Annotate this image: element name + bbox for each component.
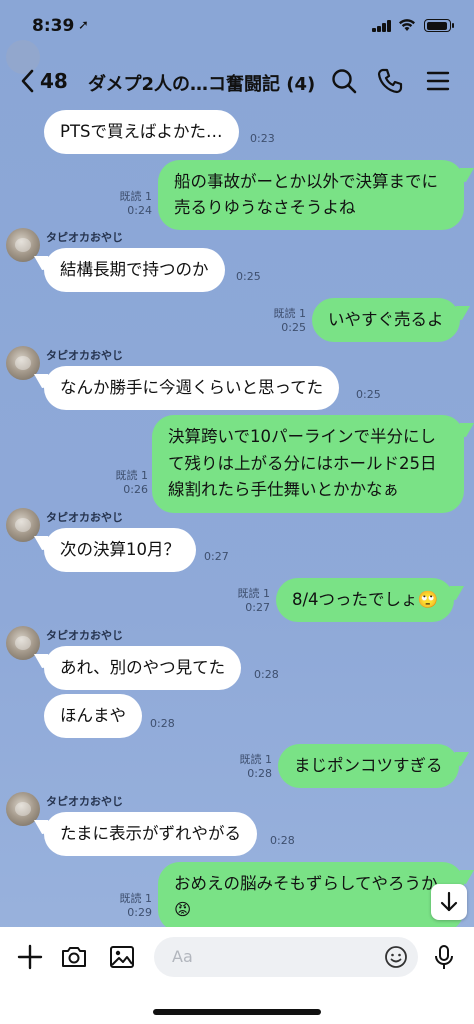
message-time: 0:27 [204,550,229,563]
message-time: 0:28 [270,834,295,847]
message-text: たまに表示がずれやがる [60,824,242,843]
phone-icon[interactable] [376,67,404,95]
message-input-bar: Aa [0,927,474,1024]
chat-header: 48 ダメプ2人の…コ奮闘記 (4) [0,52,474,110]
signal-icon [372,20,392,32]
incoming-message-bubble[interactable]: PTSで買えばよかた… [44,110,239,154]
camera-icon[interactable] [60,943,88,971]
message-time: 0:23 [250,132,275,145]
message-time: 0:29 [127,906,152,919]
sender-name: タピオカおやじ [46,511,123,524]
message-text-line: おめえの脳みそもずらしてやろうか [174,874,438,893]
outgoing-message-bubble[interactable]: おめえの脳みそもずらしてやろうか 😡 [158,862,464,932]
status-time: 8:39 [32,16,75,36]
search-icon[interactable] [330,67,358,95]
plus-icon[interactable] [16,943,44,971]
microphone-icon[interactable] [430,943,458,971]
wifi-icon [399,19,415,31]
sender-name: タピオカおやじ [46,231,123,244]
incoming-message-bubble[interactable]: 次の決算10月？ [44,528,196,572]
message-text: なんか勝手に今週くらいと思ってた [60,378,324,397]
incoming-message-bubble[interactable]: たまに表示がずれやがる [44,812,258,856]
incoming-message-bubble[interactable]: 結構長期で持つのか [44,248,225,292]
incoming-message-bubble[interactable]: ほんまや [44,694,142,738]
status-bar: 8:39 ➚ [0,0,474,52]
scroll-to-bottom-button[interactable] [431,884,467,920]
read-receipt: 既読 1 [239,753,273,766]
message-text: まじポンコツすぎる [294,756,443,775]
message-time: 0:25 [281,321,306,334]
outgoing-message-bubble[interactable]: いやすぐ売るよ [312,298,460,342]
message-text-line: 決算跨いで10パーラインで半分にし [168,427,437,446]
image-icon[interactable] [108,943,136,971]
message-text: 8/4つったでしょ🙄 [292,590,439,609]
message-text-line: て残りは上がる分にはホールド25日 [168,453,437,473]
message-text: あれ、別のやつ見てた [60,658,226,677]
message-time: 0:28 [254,668,279,681]
incoming-message-bubble[interactable]: あれ、別のやつ見てた [44,646,242,690]
message-time: 0:24 [127,204,152,217]
smiley-icon[interactable] [384,945,408,969]
message-text: 次の決算10月？ [60,540,180,559]
input-placeholder: Aa [172,947,193,966]
read-receipt: 既読 1 [273,307,307,320]
outgoing-message-bubble[interactable]: 決算跨いで10パーラインで半分にし て残りは上がる分にはホールド25日 線割れた… [152,415,464,513]
message-time: 0:25 [236,270,261,283]
message-text: いやすぐ売るよ [328,310,444,329]
menu-icon[interactable] [424,67,452,95]
message-text-line: 売るりゆうなさそうよね [174,198,356,217]
read-receipt: 既読 1 [237,587,271,600]
location-icon: ➚ [78,18,89,33]
sender-name: タピオカおやじ [46,629,123,642]
arrow-down-icon [440,891,458,912]
message-text-line: 線割れたら手仕舞いとかかなぁ [168,480,399,499]
message-time: 0:27 [245,601,270,614]
sender-name: タピオカおやじ [46,795,123,808]
outgoing-message-bubble[interactable]: 8/4つったでしょ🙄 [276,578,455,622]
incoming-message-bubble[interactable]: なんか勝手に今週くらいと思ってた [44,366,340,410]
back-unread-count[interactable]: 48 [40,69,68,93]
message-time: 0:26 [123,483,148,496]
message-text: PTSで買えばよかた… [60,122,223,141]
read-receipt: 既読 1 [119,892,153,905]
outgoing-message-bubble[interactable]: 船の事故がーとか以外で決算までに 売るりゆうなさそうよね [158,160,464,230]
home-indicator [153,1009,321,1015]
message-text: ほんまや [60,706,126,725]
read-receipt: 既読 1 [115,469,149,482]
message-time: 0:25 [356,388,381,401]
sender-name: タピオカおやじ [46,349,123,362]
chevron-left-icon[interactable] [18,68,38,94]
message-time: 0:28 [150,717,175,730]
battery-icon [424,19,454,32]
chat-title[interactable]: ダメプ2人の…コ奮闘記 (4) [88,70,315,96]
message-text-line: 船の事故がーとか以外で決算までに [174,172,438,191]
outgoing-message-bubble[interactable]: まじポンコツすぎる [278,744,459,788]
message-text-line: 😡 [174,900,192,919]
read-receipt: 既読 1 [119,190,153,203]
message-time: 0:28 [247,767,272,780]
message-text: 結構長期で持つのか [60,260,209,279]
message-input[interactable]: Aa [154,937,418,977]
